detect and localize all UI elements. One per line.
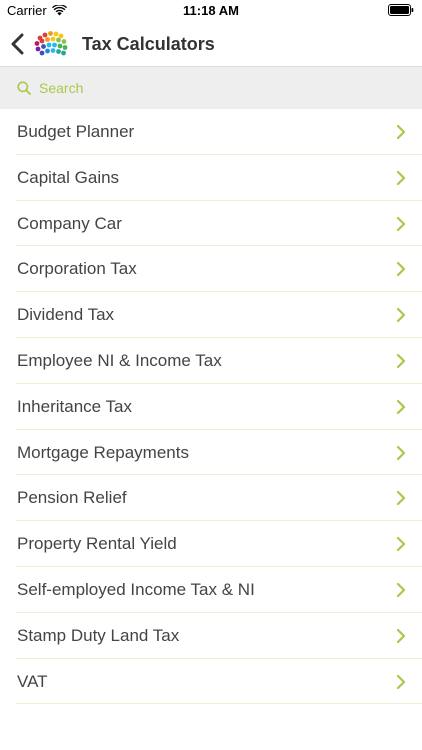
list-item[interactable]: VAT bbox=[0, 659, 422, 705]
list-item[interactable]: Self-employed Income Tax & NI bbox=[0, 567, 422, 613]
chevron-right-icon bbox=[396, 308, 406, 323]
search-placeholder: Search bbox=[39, 80, 84, 96]
list-item[interactable]: Inheritance Tax bbox=[0, 384, 422, 430]
list-item[interactable]: Company Car bbox=[0, 201, 422, 247]
chevron-right-icon bbox=[396, 399, 406, 414]
list-item[interactable]: Budget Planner bbox=[0, 109, 422, 155]
list-item[interactable]: Property Rental Yield bbox=[0, 521, 422, 567]
list-item[interactable]: Corporation Tax bbox=[0, 246, 422, 292]
list-item[interactable]: Pension Relief bbox=[0, 475, 422, 521]
list-item-label: Employee NI & Income Tax bbox=[17, 350, 222, 370]
chevron-right-icon bbox=[396, 262, 406, 277]
chevron-right-icon bbox=[396, 491, 406, 506]
list-item-label: Budget Planner bbox=[17, 122, 135, 141]
chevron-right-icon bbox=[396, 674, 406, 689]
chevron-right-icon bbox=[396, 537, 406, 552]
app-logo bbox=[34, 31, 68, 56]
search-input[interactable]: Search bbox=[0, 67, 422, 109]
navigation-bar: Tax Calculators bbox=[0, 22, 422, 67]
list-item-label: Dividend Tax bbox=[17, 305, 115, 325]
list-item-label: Pension Relief bbox=[17, 488, 127, 508]
chevron-right-icon bbox=[396, 353, 406, 369]
list-item-label: Stamp Duty Land Tax bbox=[17, 625, 180, 645]
list-item[interactable]: Dividend Tax bbox=[0, 292, 422, 338]
status-time: 11:18 AM bbox=[183, 3, 239, 18]
back-button[interactable] bbox=[6, 30, 28, 58]
list-item-label: Property Rental Yield bbox=[17, 534, 177, 554]
list-item-label: Self-employed Income Tax & NI bbox=[17, 579, 255, 599]
chevron-right-icon bbox=[396, 628, 406, 643]
status-bar: Carrier 11:18 AM bbox=[0, 0, 422, 22]
list-item[interactable]: Capital Gains bbox=[0, 155, 422, 201]
battery-icon bbox=[388, 4, 414, 16]
list-item-label: VAT bbox=[17, 671, 48, 691]
search-bar: Search bbox=[0, 67, 422, 109]
chevron-right-icon bbox=[396, 124, 406, 140]
list-item[interactable]: Employee NI & Income Tax bbox=[0, 338, 422, 384]
chevron-left-icon bbox=[11, 33, 23, 55]
list-item-label: Corporation Tax bbox=[17, 259, 137, 279]
list-item-label: Company Car bbox=[17, 213, 122, 233]
chevron-right-icon bbox=[396, 582, 406, 598]
list-item-label: Capital Gains bbox=[17, 167, 120, 187]
list-item-label: Inheritance Tax bbox=[17, 396, 132, 416]
chevron-right-icon bbox=[396, 216, 406, 231]
search-icon bbox=[17, 81, 31, 95]
list-item-label: Mortgage Repayments bbox=[17, 442, 189, 462]
chevron-right-icon bbox=[396, 445, 406, 460]
page-title: Tax Calculators bbox=[82, 34, 215, 54]
list-item[interactable]: Stamp Duty Land Tax bbox=[0, 613, 422, 659]
calculator-list: Budget Planner Capital Gains Company Car Co… bbox=[0, 109, 422, 705]
chevron-right-icon bbox=[396, 170, 406, 185]
status-right bbox=[388, 4, 414, 19]
list-item[interactable]: Mortgage Repayments bbox=[0, 430, 422, 476]
